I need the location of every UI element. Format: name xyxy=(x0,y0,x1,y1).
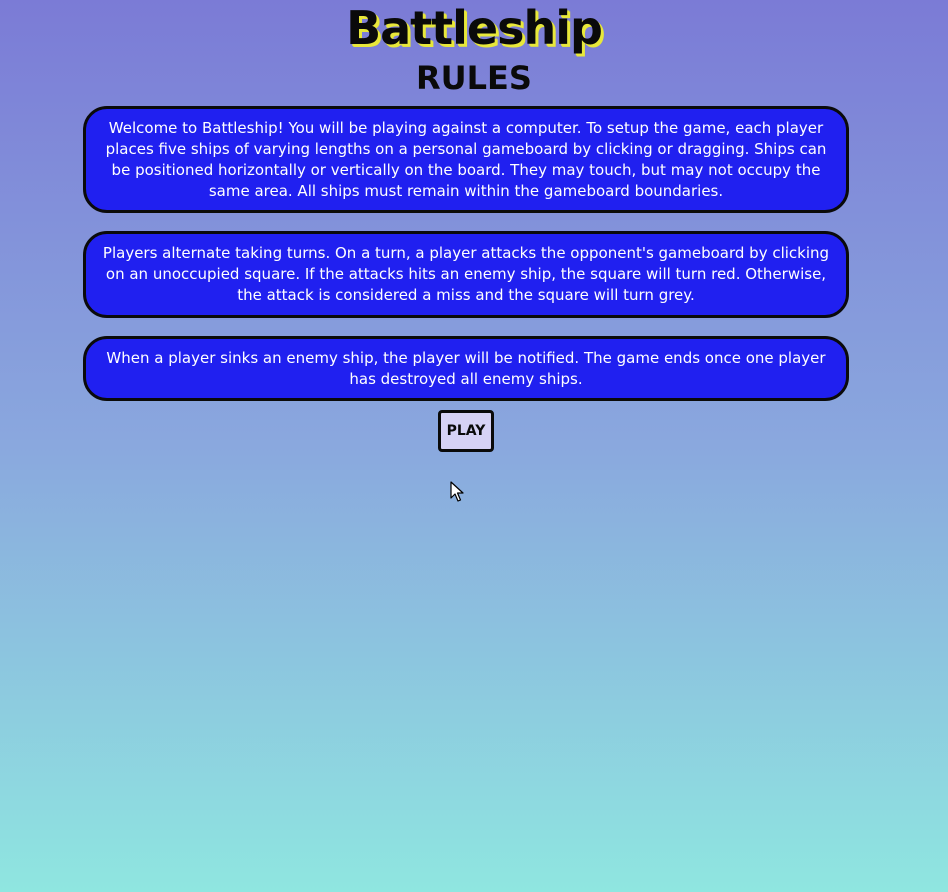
play-button[interactable]: PLAY xyxy=(438,410,494,452)
rule-game-end: When a player sinks an enemy ship, the p… xyxy=(83,336,849,401)
rule-turns: Players alternate taking turns. On a tur… xyxy=(83,231,849,318)
mouse-pointer-icon xyxy=(450,481,464,502)
rule-turns-text: Players alternate taking turns. On a tur… xyxy=(102,244,830,304)
rule-game-end-text: When a player sinks an enemy ship, the p… xyxy=(106,348,826,388)
rules-heading: RULES xyxy=(416,59,532,97)
rule-setup-text: Welcome to Battleship! You will be playi… xyxy=(105,118,827,200)
game-title: Battleship xyxy=(346,1,603,55)
rule-setup: Welcome to Battleship! You will be playi… xyxy=(83,106,849,213)
